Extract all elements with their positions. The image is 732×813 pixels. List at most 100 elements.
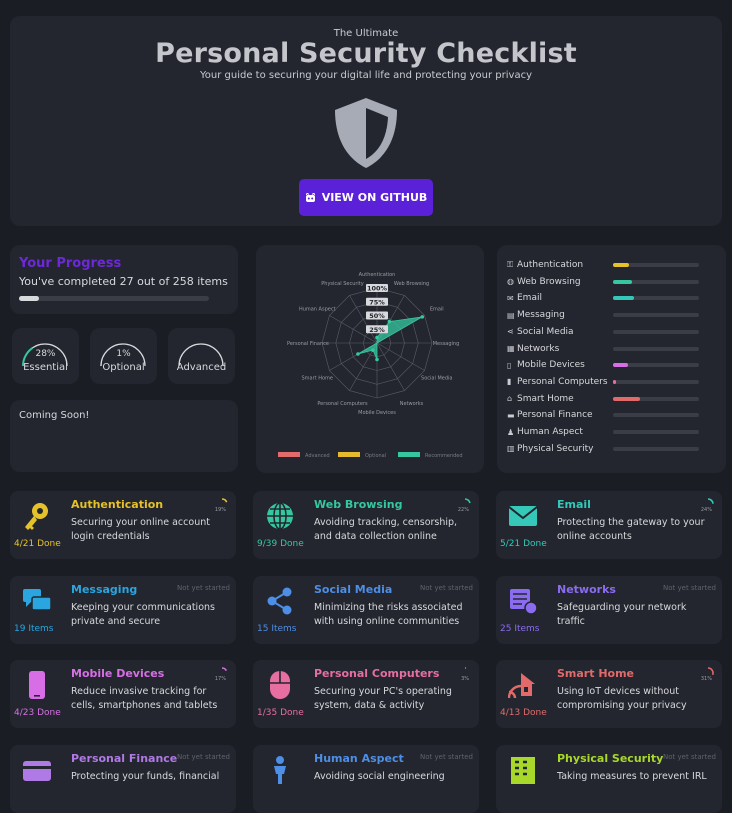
category-card-authentication[interactable]: 4/21 Done Authentication Securing your o… xyxy=(10,491,236,559)
card-description: Securing your online account login crede… xyxy=(71,517,210,542)
category-bar xyxy=(613,346,699,351)
category-card-mobile-devices[interactable]: 4/23 Done Mobile Devices Reduce invasive… xyxy=(10,660,236,728)
card-done-count: 19 Items xyxy=(14,623,54,634)
globe-icon xyxy=(267,502,293,530)
category-row-authentication[interactable]: ⚿ Authentication xyxy=(507,257,699,273)
chat-icon: ▤ xyxy=(507,310,515,320)
category-name: Web Browsing xyxy=(517,276,581,287)
gauge-advanced: Advanced xyxy=(168,328,235,384)
category-card-social-media[interactable]: 15 Items Social Media Minimizing the ris… xyxy=(253,575,479,644)
building-icon: ▥ xyxy=(507,444,515,454)
category-name: Human Aspect xyxy=(517,427,583,437)
card-title: Mobile Devices xyxy=(71,667,165,680)
category-card-physical-security[interactable]: Physical Security Taking measures to pre… xyxy=(496,744,722,813)
card-description: Securing your PC's operating system, dat… xyxy=(314,686,452,711)
phone-icon xyxy=(29,671,45,699)
category-name: Personal Finance xyxy=(517,410,593,421)
gauge-percent: 1% xyxy=(116,349,131,359)
radar-point xyxy=(375,357,379,362)
category-name: Authentication xyxy=(517,260,584,270)
category-card-smart-home[interactable]: 4/13 Done Smart Home Using IoT devices w… xyxy=(496,660,722,728)
card-done-count: 4/13 Done xyxy=(500,708,547,718)
category-card-networks[interactable]: 25 Items Networks Safeguarding your netw… xyxy=(496,575,722,644)
category-row-physical-security[interactable]: ▥ Physical Security xyxy=(507,441,699,457)
card-title: Smart Home xyxy=(557,667,635,680)
category-row-messaging[interactable]: ▤ Messaging xyxy=(507,307,699,323)
person-icon: ♟ xyxy=(507,427,515,437)
card-title: Web Browsing xyxy=(314,498,403,511)
category-bar xyxy=(613,296,699,301)
radar-axis-label: Authentication xyxy=(359,272,396,278)
coming-soon-text: Coming Soon! xyxy=(19,410,90,421)
category-progress-list: ⚿ Authentication ◍ Web Browsing ✉ Email … xyxy=(497,245,726,473)
category-card-web-browsing[interactable]: 9/39 Done Web Browsing Avoiding tracking… xyxy=(253,491,479,559)
gauge-optional: 1% Optional xyxy=(90,328,157,384)
progress-card: Your Progress You've completed 27 out of… xyxy=(10,245,238,314)
radar-series-recommended xyxy=(357,316,423,360)
category-name: Personal Computers xyxy=(517,376,608,387)
radar-chart-card: Authentication Web Browsing Email Messaging… xyxy=(256,245,484,473)
network-icon: ▦ xyxy=(507,344,515,353)
chat-icon xyxy=(23,588,52,611)
card-description: Safeguarding your network traffic xyxy=(557,601,687,627)
card-title: Authentication xyxy=(71,498,164,511)
coming-soon-card: Coming Soon! xyxy=(10,400,238,472)
person-icon xyxy=(274,755,286,784)
radar-point xyxy=(371,348,375,352)
category-card-personal-computers[interactable]: 1/35 Done Personal Computers Securing yo… xyxy=(253,660,479,728)
card-done-count: 25 Items xyxy=(500,623,540,634)
category-bar xyxy=(613,363,699,368)
radar-axis-label: Networks xyxy=(400,401,424,407)
category-row-web-browsing[interactable]: ◍ Web Browsing xyxy=(507,274,699,290)
category-row-mobile-devices[interactable]: ▯ Mobile Devices xyxy=(507,357,699,373)
category-bar-fill xyxy=(613,379,616,384)
progress-title: Your Progress xyxy=(19,256,122,271)
card-status: Not yet started xyxy=(663,752,716,761)
radar-axis-label: Personal Finance xyxy=(287,341,329,347)
gauge-label: Essential xyxy=(23,362,68,373)
key-icon: ⚿ xyxy=(507,260,514,269)
category-row-personal-finance[interactable]: ▬ Personal Finance xyxy=(507,407,699,423)
category-card-human-aspect[interactable]: Human Aspect Avoiding social engineering… xyxy=(253,744,479,813)
radar-axis-label: Mobile Devices xyxy=(358,410,396,416)
card-description: Avoiding social engineering xyxy=(314,770,445,782)
radar-axis-label: Smart Home xyxy=(302,376,333,382)
card-icon xyxy=(23,760,51,781)
legend-label: Recommended xyxy=(425,453,463,459)
category-card-personal-finance[interactable]: Personal Finance Protecting your funds, … xyxy=(10,744,236,813)
mouse-icon xyxy=(270,671,290,699)
category-bar-fill xyxy=(613,279,632,284)
legend-label: Optional xyxy=(365,453,386,459)
gauge-label: Optional xyxy=(102,362,145,373)
mouse-icon: ▮ xyxy=(507,377,512,387)
category-row-human-aspect[interactable]: ♟ Human Aspect xyxy=(507,424,699,440)
radar-axis-label: Messaging xyxy=(433,341,460,347)
card-description: Reduce invasive tracking for cells, smar… xyxy=(71,686,218,711)
card-done-count: 5/21 Done xyxy=(500,539,547,549)
share-icon xyxy=(267,587,292,614)
legend-swatch xyxy=(278,452,300,457)
category-bar-fill xyxy=(613,263,630,267)
radar-axis-label: Human Aspect xyxy=(299,307,336,313)
radar-tick-label: 100% xyxy=(367,285,388,293)
progress-text: You've completed 27 out of 258 items xyxy=(19,275,228,288)
radar-chart: Authentication Web Browsing Email Messaging… xyxy=(278,272,463,459)
view-on-github-button[interactable]: VIEW ON GITHUB xyxy=(299,179,433,216)
category-bar xyxy=(613,313,699,318)
card-description: Minimizing the risks associated with usi… xyxy=(314,601,463,627)
category-row-smart-home[interactable]: ⌂ Smart Home xyxy=(507,391,699,407)
category-card-email[interactable]: 5/21 Done Email Protecting the gateway t… xyxy=(496,491,722,559)
category-name: Messaging xyxy=(517,310,565,321)
radar-point xyxy=(387,319,392,324)
key-icon xyxy=(25,503,48,530)
category-name: Physical Security xyxy=(517,443,594,454)
category-row-email[interactable]: ✉ Email xyxy=(507,290,699,306)
category-row-personal-computers[interactable]: ▮ Personal Computers xyxy=(507,374,699,390)
category-row-social-media[interactable]: ⋖ Social Media xyxy=(507,324,699,340)
category-bar-fill xyxy=(613,363,628,368)
category-name: Networks xyxy=(517,343,560,354)
category-row-networks[interactable]: ▦ Networks xyxy=(507,341,699,357)
card-title: Networks xyxy=(557,582,616,596)
radar-axis-label: Email xyxy=(430,307,444,313)
category-card-messaging[interactable]: 19 Items Messaging Keeping your communic… xyxy=(10,575,236,644)
